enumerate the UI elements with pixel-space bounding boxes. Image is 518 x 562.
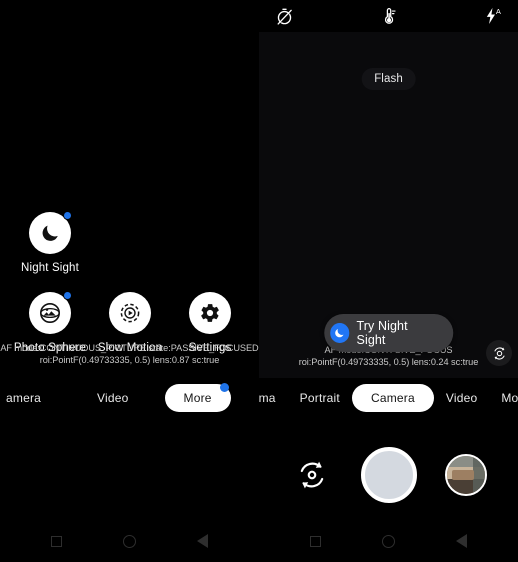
tab-portrait[interactable]: Portrait bbox=[288, 385, 352, 411]
recents-button[interactable] bbox=[307, 532, 325, 550]
triangle-icon bbox=[456, 534, 467, 548]
right-camera-panel: A Flash AF mode:CONTI SIVE_FOCUS roi:Poi… bbox=[259, 0, 518, 562]
af-debug-overlay: AF mode:CONTINUOUS_PICTURE state:PASSIVE… bbox=[0, 342, 259, 366]
camera-controls bbox=[259, 425, 518, 525]
tab-video[interactable]: Video bbox=[434, 385, 489, 411]
square-icon bbox=[310, 535, 321, 547]
tab-more-selected[interactable]: More bbox=[164, 383, 231, 412]
try-night-sight-label: Try Night Sight bbox=[356, 319, 408, 347]
camera-viewfinder[interactable]: Flash AF mode:CONTI SIVE_FOCUS roi:Point… bbox=[259, 32, 518, 378]
recents-button[interactable] bbox=[48, 532, 66, 550]
tab-more[interactable]: More bbox=[489, 385, 518, 411]
camera-flip-icon[interactable] bbox=[486, 340, 512, 366]
home-button[interactable] bbox=[121, 532, 139, 550]
flash-toast: Flash bbox=[361, 68, 416, 90]
right-mode-tab-bar: rama Portrait Camera Video More bbox=[259, 378, 518, 418]
tab-camera[interactable]: amera bbox=[0, 385, 53, 411]
try-night-sight-pill[interactable]: Try Night Sight bbox=[323, 314, 454, 352]
gear-icon[interactable] bbox=[189, 292, 231, 334]
tab-camera-selected[interactable]: Camera bbox=[351, 384, 434, 412]
new-badge-dot bbox=[219, 383, 229, 392]
left-camera-panel: Night Sight Photo Sphere Slow Motion Set… bbox=[0, 0, 259, 562]
square-icon bbox=[51, 535, 62, 547]
mode-label: Night Sight bbox=[21, 262, 79, 274]
circle-icon bbox=[123, 534, 136, 548]
mode-item-night-sight[interactable]: Night Sight bbox=[7, 211, 93, 274]
android-nav-bar-right bbox=[259, 520, 518, 562]
back-button[interactable] bbox=[453, 532, 471, 550]
timer-off-icon[interactable] bbox=[271, 3, 297, 29]
new-badge-dot bbox=[63, 211, 72, 220]
tab-more-label: More bbox=[183, 391, 212, 405]
home-button[interactable] bbox=[380, 532, 398, 550]
slow-motion-icon[interactable] bbox=[109, 292, 151, 334]
screenshot-root: Night Sight Photo Sphere Slow Motion Set… bbox=[0, 0, 518, 562]
android-nav-bar-left bbox=[0, 520, 259, 562]
af-debug-line-2: roi:PointF(0.49733335, 0.5) lens:0.24 sc… bbox=[298, 357, 479, 367]
flash-auto-icon[interactable]: A bbox=[480, 3, 506, 29]
triangle-icon bbox=[197, 534, 208, 548]
more-modes-grid: Night Sight Photo Sphere Slow Motion Set… bbox=[0, 0, 259, 378]
back-button[interactable] bbox=[194, 532, 212, 550]
new-badge-dot bbox=[63, 291, 72, 300]
af-debug-line-1: AF mode:CONTINUOUS_PICTURE state:PASSIVE… bbox=[0, 343, 259, 353]
moon-icon[interactable] bbox=[29, 211, 72, 254]
white-balance-icon[interactable] bbox=[376, 3, 402, 29]
af-debug-line-2: roi:PointF(0.49733335, 0.5) lens:0.87 sc… bbox=[39, 355, 220, 365]
shutter-button[interactable] bbox=[360, 447, 417, 503]
camera-status-bar: A bbox=[259, 0, 518, 32]
tab-panorama[interactable]: rama bbox=[259, 385, 288, 411]
tab-video[interactable]: Video bbox=[85, 385, 140, 411]
circle-icon bbox=[382, 534, 395, 548]
moon-icon bbox=[329, 323, 350, 343]
svg-text:A: A bbox=[496, 7, 501, 16]
left-mode-tab-bar: amera Video More bbox=[0, 378, 259, 418]
camera-flip-icon[interactable] bbox=[291, 454, 333, 496]
gallery-thumbnail[interactable] bbox=[444, 454, 487, 496]
photo-sphere-icon[interactable] bbox=[29, 291, 72, 334]
